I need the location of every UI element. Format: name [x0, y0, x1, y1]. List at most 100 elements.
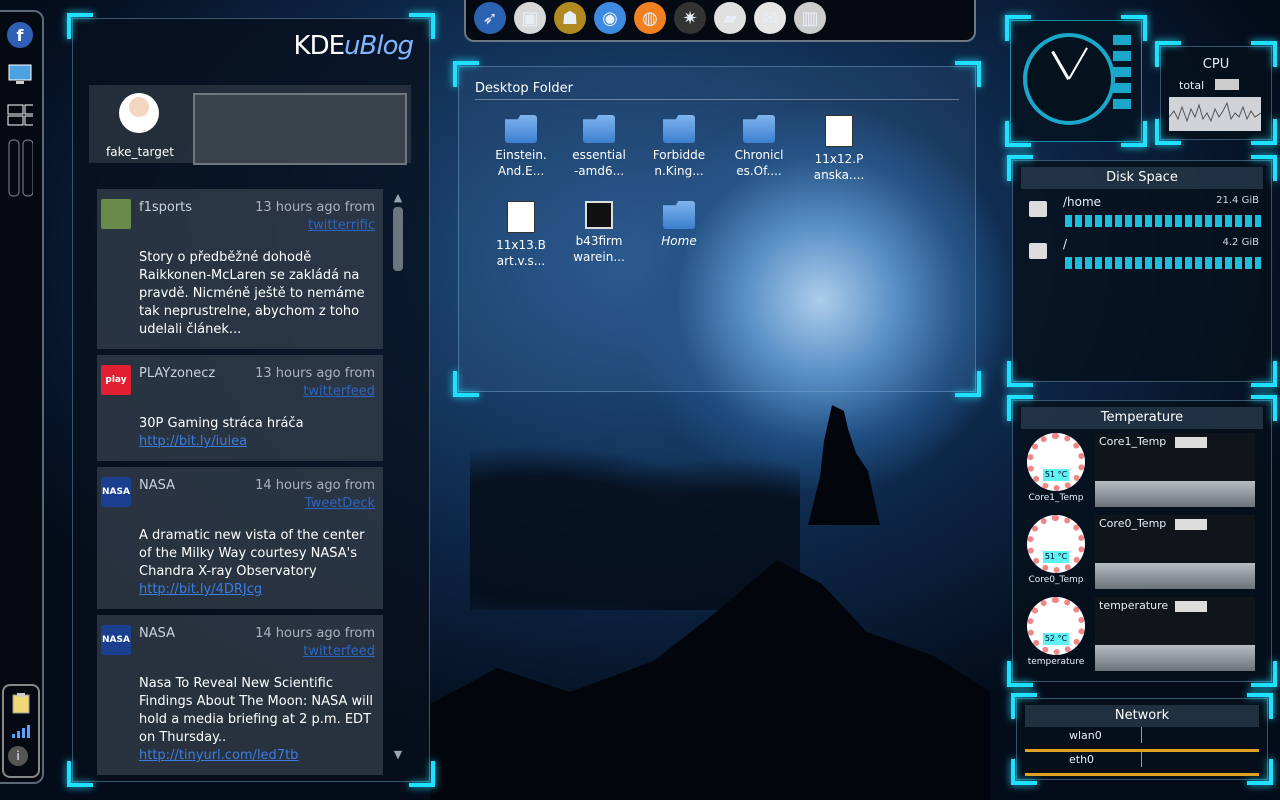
scrollbar-thumb[interactable] [393, 207, 403, 271]
folder-item[interactable]: essential -amd6... [563, 115, 635, 179]
analog-clock-widget [1005, 15, 1147, 147]
disk-size-label: 21.4 GiB [1216, 195, 1259, 206]
launcher-terminal-icon[interactable]: ▣ [514, 2, 546, 34]
post-avatar[interactable] [101, 199, 131, 229]
folder-icon [663, 201, 695, 229]
launcher-disk-icon[interactable]: ▰ [714, 2, 746, 34]
document-icon [507, 201, 535, 233]
temperature-sensor-row: 52 °C temperature temperature [1027, 597, 1257, 671]
network-interface-label: wlan0 [1069, 729, 1102, 742]
folder-item[interactable]: 11x12.P anska.... [803, 115, 875, 183]
post-text: Story o předběžné dohodě Raikkonen-McLar… [139, 250, 365, 337]
timeline-post: NASA NASA 14 hours ago from TweetDeck A dram… [97, 467, 383, 609]
network-title: Network [1025, 705, 1259, 727]
post-avatar[interactable]: NASA [101, 477, 131, 507]
folder-item-label: Einstein. And.E... [495, 148, 547, 178]
temperature-title: Temperature [1021, 407, 1263, 429]
display-settings-icon[interactable] [7, 62, 33, 88]
post-author[interactable]: NASA [139, 625, 175, 643]
hard-drive-icon [1029, 201, 1047, 217]
microblog-widget: KDEuBlog fake_target f1sports 13 hours ag… [67, 13, 435, 787]
launcher-thunderbird-icon[interactable]: ➶ [474, 2, 506, 34]
temperature-reading: 51 °C [1043, 551, 1069, 563]
temperature-sensor-row: 51 °C Core0_Temp Core0_Temp [1027, 515, 1257, 589]
timeline-post: NASA NASA 14 hours ago from twitterfeed Nasa… [97, 615, 383, 775]
post-link[interactable]: http://bit.ly/4DRJcg [139, 582, 262, 597]
folder-item-label: Forbidde n.King... [652, 148, 706, 178]
clipboard-icon[interactable] [8, 690, 34, 716]
post-link[interactable]: http://bit.ly/iuiea [139, 434, 247, 449]
scroll-up-icon[interactable]: ▲ [391, 191, 405, 204]
temperature-history-graph: Core0_Temp [1095, 515, 1255, 589]
clock-segment-bars [1113, 35, 1131, 109]
launcher-trash-icon[interactable]: ▥ [794, 2, 826, 34]
graph-sensor-label: temperature [1099, 599, 1169, 612]
folder-title: Desktop Folder [475, 81, 573, 96]
temperature-reading: 52 °C [1043, 633, 1069, 645]
post-source-link[interactable]: TweetDeck [139, 495, 375, 513]
post-avatar[interactable]: play [101, 365, 131, 395]
folder-item-label: 11x13.B art.v.s... [496, 238, 546, 268]
scroll-down-icon[interactable]: ▼ [391, 748, 405, 761]
temperature-sensor-row: 51 °C Core1_Temp Core1_Temp [1027, 433, 1257, 507]
network-interface-label: eth0 [1069, 753, 1095, 766]
graph-value-box [1175, 437, 1207, 448]
user-avatar [119, 93, 159, 133]
folder-item[interactable]: Einstein. And.E... [485, 115, 557, 179]
folder-item[interactable]: 11x13.B art.v.s... [485, 201, 557, 269]
network-signal-icon[interactable] [8, 718, 34, 744]
panel-toggle-icon[interactable] [7, 138, 33, 198]
launcher-games-icon[interactable]: ☗ [554, 2, 586, 34]
post-source-link[interactable]: twitterrific [139, 217, 375, 235]
folder-item[interactable]: Forbidde n.King... [643, 115, 715, 179]
launcher-browser-icon[interactable]: ◉ [594, 2, 626, 34]
network-interface-row: eth0 [1025, 751, 1259, 776]
terminal-file-icon [585, 201, 613, 229]
hard-drive-icon [1029, 243, 1047, 259]
compose-status-input[interactable] [193, 93, 407, 165]
folder-icon [743, 115, 775, 143]
post-link[interactable]: http://tinyurl.com/led7tb [139, 748, 298, 763]
temperature-gauge [1027, 433, 1085, 491]
timeline-post: play PLAYzonecz 13 hours ago from twitterfe… [97, 355, 383, 461]
graph-plot-area [1095, 481, 1255, 507]
clock-hour-hand [1051, 50, 1070, 80]
temperature-widget: Temperature 51 °C Core1_Temp Core1_Temp 51 … [1007, 395, 1277, 687]
timeline-scrollbar[interactable]: ▲ ▼ [391, 191, 405, 761]
disk-mount-label: /home [1063, 195, 1102, 209]
folder-item-label: b43firm warein... [573, 234, 625, 264]
post-source-link[interactable]: twitterfeed [139, 383, 375, 401]
graph-sensor-label: Core1_Temp [1099, 435, 1167, 448]
post-source-link[interactable]: twitterfeed [139, 643, 375, 661]
post-author[interactable]: f1sports [139, 199, 192, 217]
launcher-network-icon[interactable]: ✉ [754, 2, 786, 34]
folder-item-label: essential -amd6... [572, 148, 626, 178]
launcher-settings-icon[interactable]: ✷ [674, 2, 706, 34]
cpu-total-label: total [1179, 79, 1205, 92]
folder-icon [583, 115, 615, 143]
microblog-logo: KDEuBlog [293, 31, 414, 61]
folder-divider [475, 99, 959, 100]
graph-plot-area [1095, 645, 1255, 671]
desktop-folder-widget: Desktop Folder Einstein. And.E... essenti… [453, 61, 981, 397]
fedora-icon[interactable]: f [7, 22, 33, 48]
desktop-grid-icon[interactable] [7, 102, 33, 128]
post-author[interactable]: NASA [139, 477, 175, 495]
launcher-blender-icon[interactable]: ◍ [634, 2, 666, 34]
post-author[interactable]: PLAYzonecz [139, 365, 215, 383]
clock-minute-hand [1068, 47, 1088, 80]
folder-item[interactable]: b43firm warein... [563, 201, 635, 265]
timeline-post: f1sports 13 hours ago from twitterrific Sto… [97, 189, 383, 349]
graph-value-box [1175, 601, 1207, 612]
disk-space-widget: Disk Space /home 21.4 GiB / 4.2 GiB [1007, 155, 1277, 387]
folder-item-label: Home [661, 234, 697, 248]
cpu-title: CPU [1202, 57, 1230, 72]
gauge-label: Core0_Temp [1028, 575, 1084, 585]
info-icon[interactable]: i [8, 746, 28, 766]
folder-item[interactable]: Chronicl es.Of.... [723, 115, 795, 179]
gauge-label: Core1_Temp [1028, 493, 1084, 503]
document-icon [825, 115, 853, 147]
post-avatar[interactable]: NASA [101, 625, 131, 655]
folder-item[interactable]: Home [643, 201, 715, 249]
disk-usage-bar [1065, 257, 1261, 269]
